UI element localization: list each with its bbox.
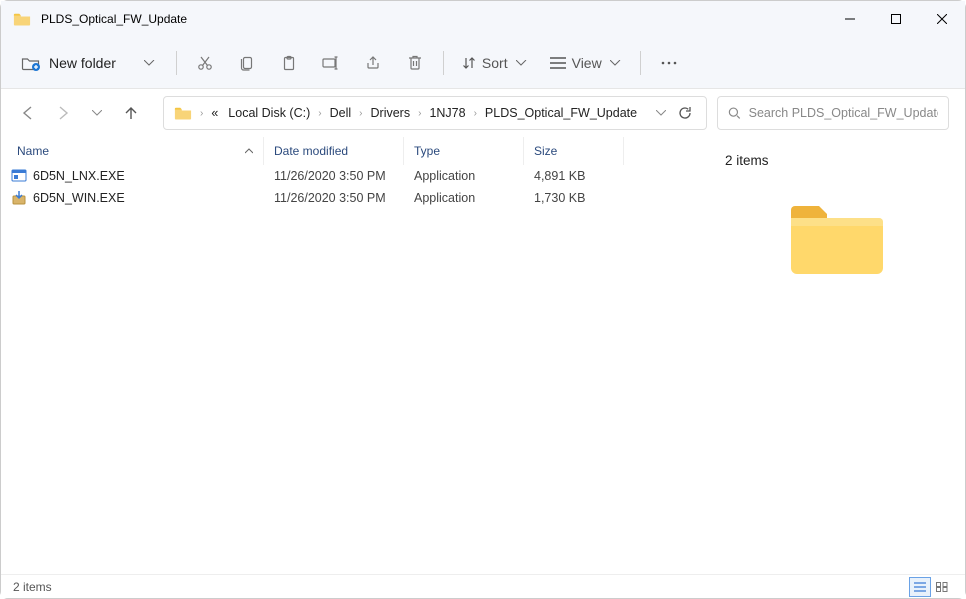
toolbar: New folder Sort View xyxy=(1,37,965,89)
address-dropdown[interactable] xyxy=(656,110,666,116)
breadcrumb-item[interactable]: Drivers xyxy=(367,102,415,124)
preview-pane: 2 items xyxy=(705,137,965,574)
more-button[interactable] xyxy=(649,45,689,81)
folder-large-icon xyxy=(785,198,885,278)
new-folder-label: New folder xyxy=(49,55,116,71)
status-bar: 2 items xyxy=(1,574,965,598)
column-name[interactable]: Name xyxy=(1,137,264,165)
breadcrumb-overflow[interactable]: « xyxy=(207,102,222,124)
rename-button[interactable] xyxy=(311,45,351,81)
share-button[interactable] xyxy=(353,45,393,81)
status-text: 2 items xyxy=(13,580,52,594)
view-label: View xyxy=(572,55,602,71)
chevron-right-icon[interactable]: › xyxy=(198,108,205,119)
file-list[interactable]: Name Date modified Type Size 6D5N_LNX.EX… xyxy=(1,137,705,574)
thumbnails-view-button[interactable] xyxy=(931,577,953,597)
window-title: PLDS_Optical_FW_Update xyxy=(41,12,827,26)
divider xyxy=(640,51,641,75)
chevron-right-icon[interactable]: › xyxy=(472,108,479,119)
chevron-right-icon[interactable]: › xyxy=(416,108,423,119)
column-headers: Name Date modified Type Size xyxy=(1,137,705,165)
file-date: 11/26/2020 3:50 PM xyxy=(264,191,404,205)
file-row[interactable]: 6D5N_WIN.EXE 11/26/2020 3:50 PM Applicat… xyxy=(1,187,705,209)
address-bar[interactable]: › « Local Disk (C:) › Dell › Drivers › 1… xyxy=(163,96,707,130)
up-button[interactable] xyxy=(119,101,143,125)
column-size[interactable]: Size xyxy=(524,137,624,165)
sort-indicator-icon xyxy=(245,147,253,155)
file-type: Application xyxy=(404,191,524,205)
divider xyxy=(176,51,177,75)
file-type: Application xyxy=(404,169,524,183)
item-count: 2 items xyxy=(725,153,945,168)
new-folder-button[interactable]: New folder xyxy=(11,45,126,81)
close-button[interactable] xyxy=(919,1,965,37)
navigation-row: › « Local Disk (C:) › Dell › Drivers › 1… xyxy=(1,89,965,137)
file-name: 6D5N_LNX.EXE xyxy=(33,169,125,183)
new-dropdown[interactable] xyxy=(128,45,168,81)
search-icon xyxy=(728,106,741,120)
file-name: 6D5N_WIN.EXE xyxy=(33,191,125,205)
back-button[interactable] xyxy=(17,101,41,125)
view-button[interactable]: View xyxy=(540,45,632,81)
copy-button[interactable] xyxy=(227,45,267,81)
search-input[interactable] xyxy=(749,106,938,120)
breadcrumb-item[interactable]: PLDS_Optical_FW_Update xyxy=(481,102,641,124)
cut-button[interactable] xyxy=(185,45,225,81)
file-date: 11/26/2020 3:50 PM xyxy=(264,169,404,183)
breadcrumb-item[interactable]: 1NJ78 xyxy=(425,102,469,124)
recent-dropdown[interactable] xyxy=(85,101,109,125)
chevron-right-icon[interactable]: › xyxy=(357,108,364,119)
details-view-button[interactable] xyxy=(909,577,931,597)
file-row[interactable]: 6D5N_LNX.EXE 11/26/2020 3:50 PM Applicat… xyxy=(1,165,705,187)
breadcrumb-item[interactable]: Local Disk (C:) xyxy=(224,102,314,124)
paste-button[interactable] xyxy=(269,45,309,81)
maximize-button[interactable] xyxy=(873,1,919,37)
chevron-right-icon[interactable]: › xyxy=(316,108,323,119)
minimize-button[interactable] xyxy=(827,1,873,37)
delete-button[interactable] xyxy=(395,45,435,81)
search-box[interactable] xyxy=(717,96,949,130)
installer-icon xyxy=(11,190,27,206)
forward-button[interactable] xyxy=(51,101,75,125)
file-size: 1,730 KB xyxy=(534,191,585,205)
divider xyxy=(443,51,444,75)
column-date[interactable]: Date modified xyxy=(264,137,404,165)
breadcrumb-item[interactable]: Dell xyxy=(326,102,356,124)
title-bar: PLDS_Optical_FW_Update xyxy=(1,1,965,37)
sort-button[interactable]: Sort xyxy=(452,45,538,81)
application-icon xyxy=(11,168,27,184)
column-type[interactable]: Type xyxy=(404,137,524,165)
sort-label: Sort xyxy=(482,55,508,71)
refresh-button[interactable] xyxy=(678,106,692,120)
file-size: 4,891 KB xyxy=(534,169,585,183)
folder-icon xyxy=(174,106,192,120)
folder-icon xyxy=(13,12,31,26)
